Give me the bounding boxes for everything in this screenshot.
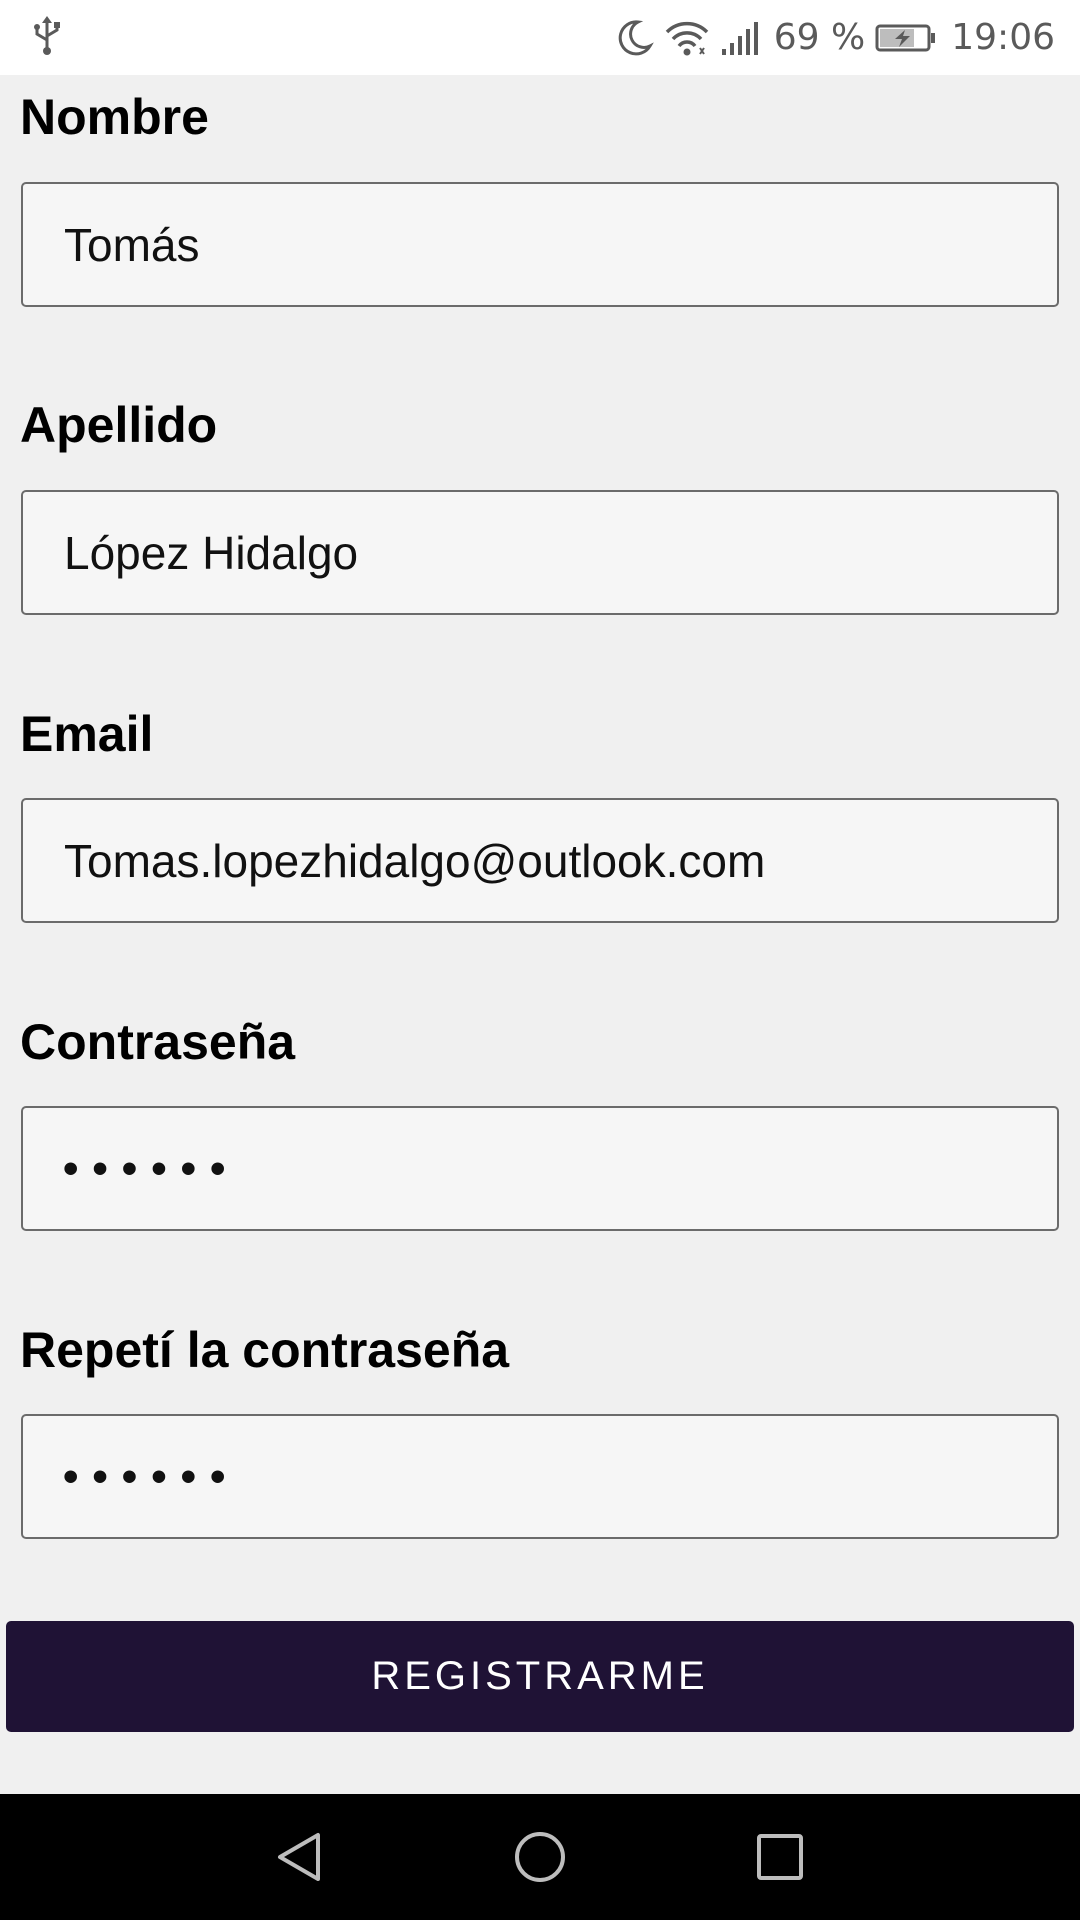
recents-square-icon[interactable] bbox=[750, 1827, 810, 1887]
repeat-password-label: Repetí la contraseña bbox=[20, 1322, 510, 1378]
usb-icon bbox=[30, 16, 64, 61]
apellido-input-value: López Hidalgo bbox=[64, 526, 359, 579]
repeat-password-input[interactable]: •••••• bbox=[21, 1414, 1059, 1539]
password-input[interactable]: •••••• bbox=[21, 1106, 1059, 1231]
navigation-bar bbox=[0, 1794, 1080, 1920]
nombre-label: Nombre bbox=[20, 89, 209, 145]
email-input[interactable]: Tomas.lopezhidalgo@outlook.com bbox=[21, 798, 1059, 923]
status-time: 19:06 bbox=[951, 17, 1055, 58]
battery-charging-icon bbox=[875, 23, 937, 53]
home-circle-icon[interactable] bbox=[510, 1827, 570, 1887]
nombre-input[interactable]: Tomás bbox=[21, 182, 1059, 307]
email-label: Email bbox=[20, 706, 154, 762]
cell-signal-icon bbox=[720, 21, 760, 55]
password-label: Contraseña bbox=[20, 1014, 296, 1070]
wifi-icon bbox=[664, 18, 710, 58]
battery-percent: 69 % bbox=[773, 17, 866, 58]
apellido-label: Apellido bbox=[20, 397, 218, 453]
email-input-value: Tomas.lopezhidalgo@outlook.com bbox=[64, 834, 766, 887]
repeat-password-input-value: •••••• bbox=[63, 1451, 240, 1501]
password-input-value: •••••• bbox=[63, 1143, 240, 1193]
back-triangle-icon[interactable] bbox=[270, 1827, 330, 1887]
status-bar: 69 % 19:06 bbox=[0, 0, 1080, 75]
register-button[interactable]: REGISTRARME bbox=[6, 1621, 1074, 1732]
do-not-disturb-moon-icon bbox=[614, 18, 654, 58]
apellido-input[interactable]: López Hidalgo bbox=[21, 490, 1059, 615]
nombre-input-value: Tomás bbox=[64, 218, 200, 271]
